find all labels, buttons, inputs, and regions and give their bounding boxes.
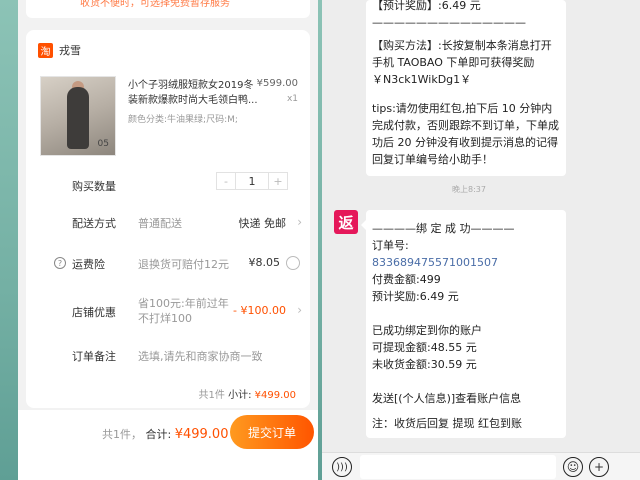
order-label: 订单号: [372,239,409,252]
chat-bubble-binding[interactable]: ————绑 定 成 功———— 订单号: 833689475571001507 … [361,210,566,438]
product-title[interactable]: 小个子羽绒服短款女2019冬装新款爆款时尚大毛领白鸭... [128,78,258,108]
expected-reward: 预计奖励:6.49 元 [372,290,459,303]
quantity-value[interactable]: 1 [235,173,269,189]
total-summary: 共1件， 合计: ¥499.00 [102,426,228,442]
taobao-shop-icon: 淘 [38,42,53,58]
help-icon[interactable]: ? [54,257,66,269]
send-info-text: 发送[(个人信息)]查看账户信息 [372,392,522,405]
binding-title: ————绑 定 成 功———— [372,222,515,235]
divider-line: —————————————— [372,16,526,29]
order-panel: 收货不便时，可选择免费暂存服务 淘 戎雪 05 小个子羽绒服短款女2019冬装新… [18,0,318,480]
shop-row[interactable]: 淘 戎雪 [38,42,81,58]
product-qty: x1 [286,94,298,104]
emoji-icon[interactable]: ☺ [563,457,583,477]
subtotal-value: ¥499.00 [254,390,296,401]
shipping-label: 配送方式 [72,217,116,230]
subtotal-label: 小计: [228,390,252,401]
quantity-stepper[interactable]: - 1 + [216,172,288,190]
voice-icon[interactable]: ))) [332,457,352,477]
chevron-right-icon: › [297,215,302,229]
subtotal-count: 共1件 [198,390,225,401]
insurance-value: ¥8.05 [248,256,281,269]
model-figure [67,87,89,149]
reward-line: 【预计奖励】:6.49 元 [372,0,481,12]
submit-order-button[interactable]: 提交订单 [230,415,314,449]
withdraw-note: 注：收货后回复 提现 红包到账 [372,417,522,430]
order-number[interactable]: 833689475571001507 [372,254,560,271]
product-image[interactable]: 05 [40,76,116,156]
minus-button[interactable]: - [217,173,235,189]
tips-text: tips:请勿使用红包,拍下后 10 分钟内完成付款，否则跟踪不到订单，下单成功… [372,102,559,166]
message-timestamp: 晚上8:37 [452,185,486,194]
insurance-radio[interactable] [286,256,300,270]
product-variant: 颜色分类:牛油果绿;尺码:M; [128,115,238,125]
bound-text: 已成功绑定到你的账户 [372,324,482,337]
buy-method: 【购买方法】:长按复制本条消息打开手机 TAOBAO 下单即可获得奖励￥N3ck… [372,39,552,86]
paid-amount: 付费金额:499 [372,273,441,286]
pending-amount: 未收货金额:30.59 元 [372,358,477,371]
bubble-tail [361,220,366,230]
chat-bubble-instructions[interactable]: 【预计奖励】:6.49 元 —————————————— 【购买方法】:长按复制… [366,0,566,176]
withdrawable-amount: 可提现金额:48.55 元 [372,341,477,354]
chat-input-bar: ))) ☺ + [322,452,640,480]
add-icon[interactable]: + [589,457,609,477]
note-label: 订单备注 [72,350,116,363]
shop-name: 戎雪 [59,44,81,57]
insurance-label: 运费险 [72,258,105,271]
image-tag: 05 [97,139,109,149]
shipping-value: 快递 免邮 [238,217,287,230]
insurance-desc: 退换货可赔付12元 [138,258,229,271]
discount-desc: 省100元:年前过年不打烊100 [138,297,229,325]
checkout-bar: 共1件， 合计: ¥499.00 提交订单 [18,410,318,480]
message-input[interactable] [360,455,556,479]
chevron-right-icon: › [297,303,302,317]
chat-panel: 【预计奖励】:6.49 元 —————————————— 【购买方法】:长按复制… [322,0,640,480]
subtotal: 共1件 小计: ¥499.00 [199,386,296,401]
discount-label: 店铺优惠 [72,306,116,319]
total-value: ¥499.00 [174,427,229,442]
note-input[interactable]: 选填,请先和商家协商一致 [138,348,263,364]
storage-banner[interactable]: 收货不便时，可选择免费暂存服务 [26,0,310,18]
product-price: ¥599.00 [256,78,298,89]
quantity-label: 购买数量 [72,180,116,193]
discount-value: - ¥100.00 [233,304,286,317]
total-label: 合计: [145,428,172,441]
order-card: 淘 戎雪 05 小个子羽绒服短款女2019冬装新款爆款时尚大毛领白鸭... 颜色… [26,30,310,408]
total-count: 共1件， [102,428,142,441]
shipping-mode: 普通配送 [138,217,182,230]
fanli-avatar[interactable]: 返 [334,210,358,234]
plus-button[interactable]: + [269,173,287,189]
